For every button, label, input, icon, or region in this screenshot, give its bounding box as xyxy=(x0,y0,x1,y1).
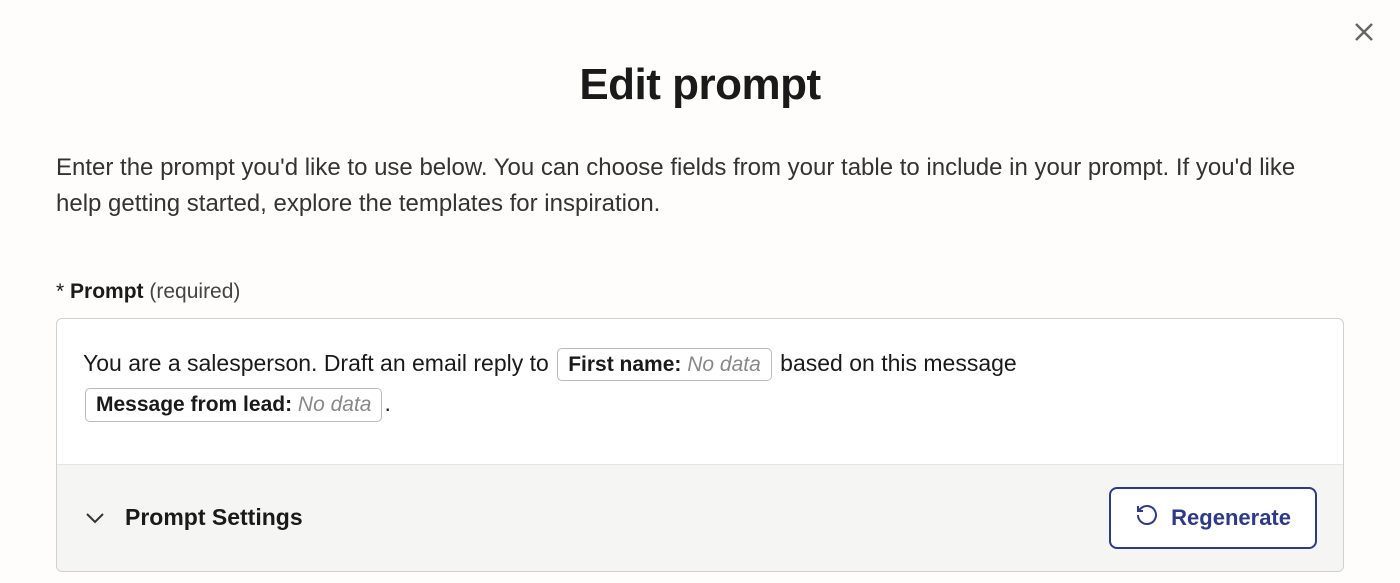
close-icon xyxy=(1352,20,1376,49)
chip-label: First name: xyxy=(568,353,687,376)
modal-container: Edit prompt Enter the prompt you'd like … xyxy=(0,0,1400,572)
settings-label: Prompt Settings xyxy=(125,504,303,531)
field-chip-message-from-lead[interactable]: Message from lead: No data xyxy=(85,388,382,421)
field-chip-first-name[interactable]: First name: No data xyxy=(557,348,772,381)
settings-bar: Prompt Settings Regenerate xyxy=(57,464,1343,571)
chip-label: Message from lead: xyxy=(96,393,298,416)
prompt-text-3: . xyxy=(384,390,390,416)
prompt-box: You are a salesperson. Draft an email re… xyxy=(56,318,1344,572)
required-text: (required) xyxy=(149,280,240,303)
prompt-editor[interactable]: You are a salesperson. Draft an email re… xyxy=(57,319,1343,464)
modal-description: Enter the prompt you'd like to use below… xyxy=(56,150,1344,222)
regenerate-label: Regenerate xyxy=(1171,505,1291,531)
required-asterisk: * xyxy=(56,280,64,303)
chip-value: No data xyxy=(298,393,372,416)
chevron-down-icon xyxy=(83,506,107,530)
chip-value: No data xyxy=(687,353,761,376)
prompt-text-2: based on this message xyxy=(774,350,1017,376)
close-button[interactable] xyxy=(1350,20,1378,48)
refresh-icon xyxy=(1135,503,1159,533)
regenerate-button[interactable]: Regenerate xyxy=(1109,487,1317,549)
prompt-label-row: * Prompt (required) xyxy=(56,280,1344,304)
modal-title: Edit prompt xyxy=(56,60,1344,110)
prompt-settings-toggle[interactable]: Prompt Settings xyxy=(83,504,303,531)
prompt-text-1: You are a salesperson. Draft an email re… xyxy=(83,350,555,376)
prompt-label: Prompt xyxy=(70,280,144,303)
